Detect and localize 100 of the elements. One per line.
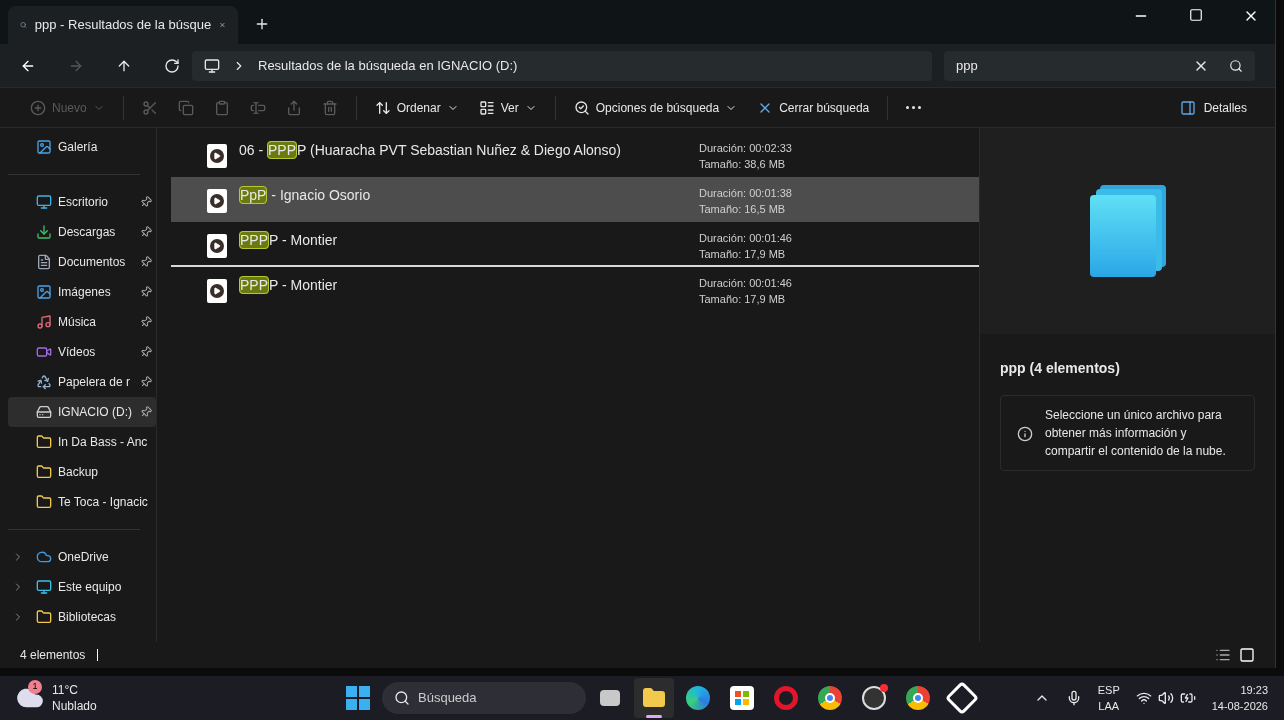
- search-icon: [394, 690, 410, 706]
- close-button[interactable]: Cerrar búsqueda: [747, 91, 880, 124]
- recycle-icon: [36, 374, 52, 390]
- audio-file-icon: [207, 234, 227, 258]
- folder-icon: [36, 464, 52, 480]
- clock-date[interactable]: 14-08-2026: [1211, 698, 1268, 714]
- sidebar-label: Este equipo: [58, 579, 123, 596]
- sidebar-label: Descargas: [58, 224, 117, 241]
- options-button[interactable]: Opciones de búsqueda: [563, 91, 748, 124]
- store-icon[interactable]: [730, 686, 754, 710]
- music-icon: [36, 314, 52, 330]
- sidebar-label: Música: [58, 314, 97, 331]
- volume-icon[interactable]: [1157, 690, 1174, 706]
- file-row[interactable]: PpP - Ignacio Osorio Duración: 00:01:38 Tamaño: 16,5 MB: [171, 177, 979, 222]
- task-view-icon[interactable]: [600, 690, 620, 706]
- toolbar-icon: [285, 99, 302, 116]
- gallery-icon: [36, 284, 52, 300]
- file-size: Tamaño: 16,5 MB: [699, 202, 787, 217]
- sidebar-label: Bibliotecas: [58, 609, 118, 626]
- browser-icon[interactable]: [686, 686, 710, 710]
- folder-icon: [36, 494, 52, 510]
- sidebar-item[interactable]: Descargas: [8, 217, 156, 247]
- toolbar-icon: [213, 99, 230, 116]
- search-field[interactable]: ppp: [944, 50, 1255, 81]
- details-view-icon[interactable]: [1215, 647, 1231, 663]
- browser-icon[interactable]: [906, 686, 930, 710]
- sidebar-label: Imágenes: [58, 284, 112, 301]
- sidebar-label: Documentos: [58, 254, 127, 271]
- info-icon: [1017, 426, 1033, 442]
- taskbar-app[interactable]: [634, 678, 674, 718]
- notification-badge: 1: [28, 680, 42, 694]
- sidebar-item[interactable]: Bibliotecas: [8, 602, 156, 632]
- sidebar-item[interactable]: Vídeos: [8, 337, 156, 367]
- weather-condition: Nublado: [52, 698, 97, 714]
- file-row[interactable]: 06 - PPPP (Huaracha PVT Sebastian Nuñez & Diego Alonso) Duración: 00:02:33 Tamaño: 38,6 MB: [171, 132, 979, 177]
- file-name: PpP - Ignacio Osorio: [239, 185, 372, 206]
- details-title: ppp (4 elementos): [1000, 359, 1121, 378]
- more-icon: [906, 106, 922, 109]
- info-text: Seleccione un único archivo para obtener más información y compartir el contenido de la nube.: [1045, 407, 1227, 460]
- sidebar-label: Escritorio: [58, 194, 109, 211]
- status-text: 4 elementos: [20, 647, 86, 664]
- sidebar-item[interactable]: Este equipo: [8, 572, 156, 602]
- download-icon: [36, 224, 52, 240]
- tab-title: ppp - Resultados de la búsque: [34, 16, 212, 35]
- sort-button[interactable]: Ordenar: [364, 91, 469, 124]
- cloud-icon: [36, 549, 52, 565]
- folder-icon[interactable]: [642, 686, 666, 710]
- clock-time[interactable]: 19:23: [1240, 682, 1268, 698]
- sidebar-label: Vídeos: [58, 344, 97, 361]
- sidebar-item[interactable]: OneDrive: [8, 542, 156, 572]
- folder-icon: [36, 434, 52, 450]
- toolbar-icon: [249, 99, 266, 116]
- search-placeholder: Búsqueda: [418, 689, 478, 708]
- video-icon: [36, 344, 52, 360]
- search-value: ppp: [956, 56, 979, 75]
- sidebar-item[interactable]: Galería: [8, 132, 172, 162]
- address-bar[interactable]: Resultados de la búsqueda en IGNACIO (D:): [192, 50, 932, 81]
- maximize-icon[interactable]: [1189, 8, 1203, 22]
- file-size: Tamaño: 38,6 MB: [699, 157, 787, 172]
- wifi-icon[interactable]: [1135, 690, 1152, 706]
- sidebar-item[interactable]: IGNACIO (D:): [8, 397, 156, 427]
- ring-icon[interactable]: [774, 686, 798, 710]
- battery-icon[interactable]: [1179, 690, 1196, 706]
- toolbar-icon: [573, 99, 590, 116]
- address-text: Resultados de la búsqueda en IGNACIO (D:): [258, 56, 518, 75]
- sidebar-item[interactable]: Backup: [8, 457, 156, 487]
- sidebar-item[interactable]: In Da Bass - Anc: [8, 427, 156, 457]
- details-button[interactable]: Detalles: [1171, 91, 1255, 124]
- file-row[interactable]: PPPP - Montier Duración: 00:01:46 Tamaño: 17,9 MB: [171, 222, 979, 267]
- sidebar-item[interactable]: Música: [8, 307, 156, 337]
- folder-icon: [36, 609, 52, 625]
- toolbar-icon: [321, 99, 338, 116]
- tab[interactable]: ppp - Resultados de la búsque: [8, 6, 238, 44]
- sidebar-label: OneDrive: [58, 549, 110, 566]
- file-size: Tamaño: 17,9 MB: [699, 247, 787, 262]
- audio-file-icon: [207, 144, 227, 168]
- new-tab-icon[interactable]: [254, 16, 270, 32]
- file-row[interactable]: PPPP - Montier Duración: 00:01:46 Tamaño: 17,9 MB: [171, 267, 979, 312]
- browser-icon[interactable]: [818, 686, 842, 710]
- monitor-icon: [204, 57, 220, 74]
- sidebar-label: Te Toca - Ignacic: [58, 494, 149, 511]
- sidebar-label: In Da Bass - Anc: [58, 434, 149, 451]
- sidebar-item[interactable]: Te Toca - Ignacic: [8, 487, 156, 517]
- sidebar-item[interactable]: Escritorio: [8, 187, 156, 217]
- tiles-view-icon[interactable]: [1239, 647, 1255, 663]
- windows-logo-icon[interactable]: [346, 686, 370, 710]
- sidebar-item[interactable]: Documentos: [8, 247, 156, 277]
- sidebar-item[interactable]: Imágenes: [8, 277, 156, 307]
- taskbar-search[interactable]: Búsqueda: [382, 682, 586, 714]
- language-indicator[interactable]: ESP LAA: [1097, 682, 1120, 714]
- drive-icon: [36, 404, 52, 420]
- audio-file-icon: [207, 189, 227, 213]
- record-icon[interactable]: [862, 686, 886, 710]
- temperature: 11°C: [52, 682, 79, 698]
- toolbar-icon: [478, 99, 495, 116]
- search-icon[interactable]: [1229, 58, 1243, 73]
- toolbar-icon: [30, 99, 46, 116]
- view-button[interactable]: Ver: [468, 91, 547, 124]
- refresh-icon[interactable]: [164, 57, 180, 74]
- sidebar-item[interactable]: Papelera de r: [8, 367, 156, 397]
